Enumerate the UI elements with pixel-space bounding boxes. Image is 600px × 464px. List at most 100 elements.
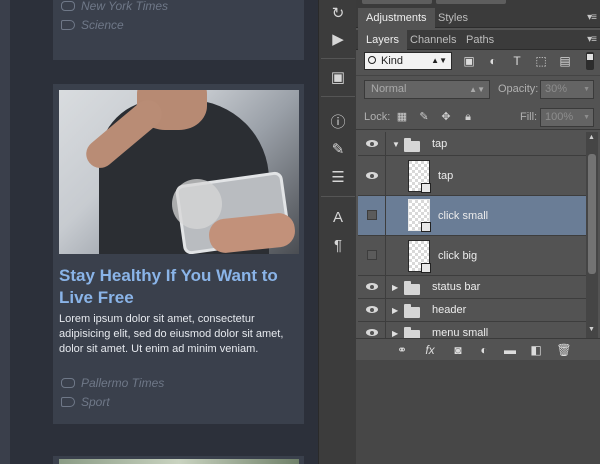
- blend-row: Normal ▲▼ Opacity: 30% ▼: [356, 78, 600, 102]
- layer-name[interactable]: click small: [438, 210, 488, 222]
- next-article-photo: [59, 459, 299, 464]
- tool-divider: [321, 196, 355, 197]
- collapsed-tab[interactable]: [436, 0, 506, 4]
- tap-indicator: [172, 179, 222, 229]
- fx-icon[interactable]: fx: [422, 342, 438, 358]
- layer-row[interactable]: click big: [358, 236, 586, 276]
- lock-transparent-icon[interactable]: ▦: [396, 111, 408, 123]
- layer-row[interactable]: tap: [358, 156, 586, 196]
- collapsed-triangle-icon[interactable]: ▶: [392, 283, 398, 292]
- new-group-icon[interactable]: ▬: [502, 342, 518, 358]
- filter-toggle[interactable]: [586, 52, 594, 70]
- 3d-cube-icon[interactable]: ▣: [323, 66, 353, 88]
- lock-position-icon[interactable]: ✥: [440, 111, 452, 123]
- fill-label: Fill:: [520, 111, 538, 123]
- info-icon[interactable]: ⓘ: [323, 110, 353, 132]
- fill-field[interactable]: 100% ▼: [540, 108, 594, 127]
- source-label: Pallermo Times: [81, 376, 165, 390]
- article-title[interactable]: Stay Healthy If You Want to Live Free: [59, 265, 299, 309]
- filter-kind-select[interactable]: Kind ▲▼: [364, 52, 452, 70]
- layer-name[interactable]: tap: [432, 138, 447, 150]
- add-mask-icon[interactable]: ◙: [450, 342, 466, 358]
- link-icon: [61, 378, 75, 388]
- visibility-cell: [358, 299, 386, 321]
- layer-name[interactable]: tap: [438, 170, 453, 182]
- expanded-triangle-icon[interactable]: ▼: [392, 140, 400, 149]
- tool-divider: [321, 96, 355, 97]
- layer-thumbnail: [408, 240, 431, 273]
- pixel-filter-icon[interactable]: ▣: [462, 54, 476, 68]
- layers-tabbar: Layers Channels Paths ▾≡: [356, 30, 600, 50]
- collapsed-triangle-icon[interactable]: ▶: [392, 306, 398, 315]
- visibility-box[interactable]: [367, 250, 377, 260]
- panel-menu-icon[interactable]: ▾≡: [587, 12, 597, 23]
- layer-thumbnail: [408, 199, 431, 232]
- fill-value: 100%: [545, 111, 574, 123]
- tab-layers[interactable]: Layers: [358, 30, 408, 50]
- article-card-top[interactable]: New York Times Science: [53, 0, 304, 60]
- category-row: Science: [61, 18, 124, 32]
- scroll-down-icon[interactable]: ▼: [588, 326, 595, 333]
- lock-all-icon[interactable]: 🔒︎: [462, 111, 474, 123]
- layer-row[interactable]: ▶ status bar: [358, 276, 586, 299]
- shape-filter-icon[interactable]: ⬚: [534, 54, 548, 68]
- scrollbar-thumb[interactable]: [588, 154, 596, 274]
- article-card[interactable]: Stay Healthy If You Want to Live Free Lo…: [53, 84, 304, 424]
- filter-kind-value: Kind: [381, 55, 404, 67]
- opacity-field[interactable]: 30% ▼: [540, 80, 594, 99]
- panel-menu-icon[interactable]: ▾≡: [587, 34, 597, 45]
- smart-object-badge-icon: [421, 263, 431, 273]
- eye-icon[interactable]: [366, 306, 378, 313]
- trash-icon[interactable]: 🗑︎: [556, 342, 572, 358]
- folder-icon: [404, 304, 420, 318]
- play-icon[interactable]: ▶: [323, 28, 353, 50]
- history-icon[interactable]: ↻: [323, 2, 353, 24]
- visibility-cell: [358, 276, 386, 298]
- eye-icon[interactable]: [366, 172, 378, 179]
- article-feed-canvas: New York Times Science Stay Healthy If Y…: [0, 0, 318, 464]
- layers-scrollbar[interactable]: ▲ ▼: [586, 132, 598, 338]
- layer-row[interactable]: ▶ header: [358, 299, 586, 322]
- brush-presets-icon[interactable]: ✎: [323, 138, 353, 160]
- layer-name[interactable]: header: [432, 304, 466, 316]
- visibility-cell: [358, 236, 386, 275]
- blend-mode-select[interactable]: Normal ▲▼: [364, 80, 490, 99]
- smart-object-filter-icon[interactable]: ▤: [558, 54, 572, 68]
- source-row: New York Times: [61, 0, 168, 13]
- new-layer-icon[interactable]: ◧: [528, 342, 544, 358]
- layer-row[interactable]: ▶ menu small: [358, 322, 586, 338]
- scroll-up-icon[interactable]: ▲: [588, 134, 595, 141]
- layer-row[interactable]: ▼ tap: [358, 132, 586, 156]
- tab-paths[interactable]: Paths: [458, 30, 502, 50]
- properties-sliders-icon[interactable]: ☰: [323, 166, 353, 188]
- article-excerpt: Lorem ipsum dolor sit amet, consectetur …: [59, 313, 284, 355]
- layer-row-selected[interactable]: click small: [358, 196, 586, 236]
- tab-adjustments[interactable]: Adjustments: [358, 8, 435, 28]
- next-article-card[interactable]: [53, 456, 304, 464]
- link-layers-icon[interactable]: ⚭: [394, 342, 410, 358]
- chevron-down-icon: ▼: [583, 114, 590, 121]
- visibility-cell: [358, 156, 386, 195]
- adjustment-layer-icon[interactable]: ◐: [476, 342, 492, 358]
- lock-label: Lock:: [364, 111, 391, 123]
- article-photo: [59, 90, 299, 254]
- tab-channels[interactable]: Channels: [402, 30, 464, 50]
- character-icon[interactable]: A: [323, 206, 353, 228]
- paragraph-icon[interactable]: ¶: [323, 234, 353, 256]
- eye-icon[interactable]: [366, 329, 378, 336]
- tool-divider: [321, 58, 355, 59]
- source-label: New York Times: [81, 0, 169, 13]
- layer-name[interactable]: click big: [438, 250, 477, 262]
- type-filter-icon[interactable]: T: [510, 54, 524, 68]
- eye-icon[interactable]: [366, 140, 378, 147]
- layer-name[interactable]: status bar: [432, 281, 480, 293]
- lock-pixels-icon[interactable]: ✎: [418, 111, 430, 123]
- visibility-box[interactable]: [367, 210, 377, 220]
- layer-name[interactable]: menu small: [432, 327, 488, 338]
- collapsed-triangle-icon[interactable]: ▶: [392, 329, 398, 338]
- eye-icon[interactable]: [366, 283, 378, 290]
- link-icon: [61, 1, 75, 11]
- collapsed-tab[interactable]: [362, 0, 432, 4]
- adjustment-filter-icon[interactable]: ◐: [486, 54, 500, 68]
- tab-styles[interactable]: Styles: [430, 8, 476, 28]
